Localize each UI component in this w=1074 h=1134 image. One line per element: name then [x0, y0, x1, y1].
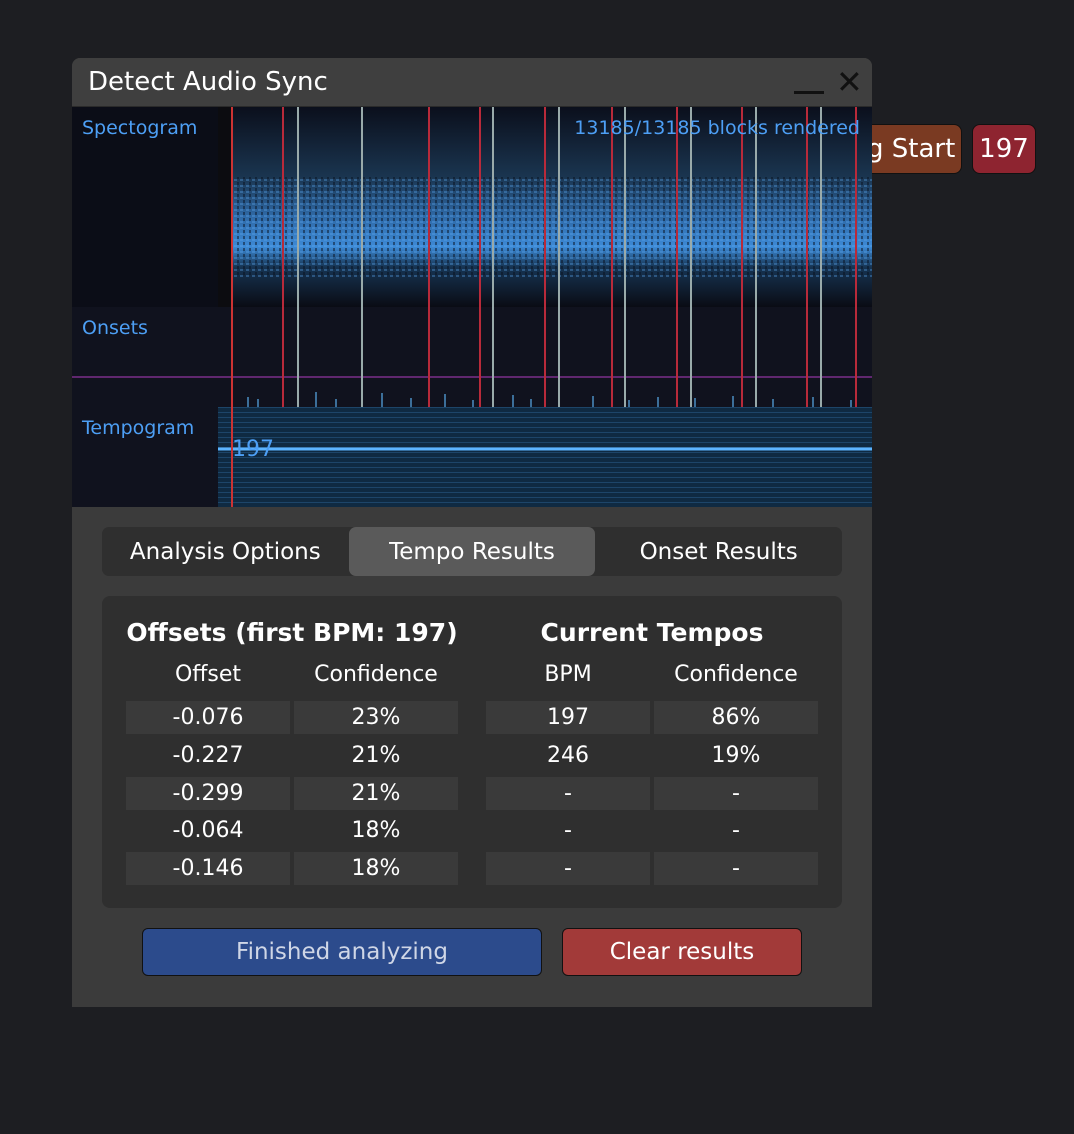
minimize-icon[interactable] [794, 72, 824, 96]
offset-header: Offset [174, 662, 242, 687]
tempo-confidence-cell: - [654, 852, 818, 885]
tempo-results-panel: Offsets (first BPM: 197) Current Tempos … [102, 596, 842, 908]
tempo-confidence-cell: - [732, 818, 740, 843]
onsets-label: Onsets [82, 317, 148, 339]
tempogram-area [218, 407, 872, 507]
offset-cell: -0.146 [126, 852, 290, 885]
visualization-canvas [72, 107, 872, 507]
bpm-chip[interactable]: 197 [972, 124, 1036, 174]
offset-confidence-header: Confidence [314, 662, 438, 687]
spectrogram-texture [232, 177, 872, 277]
clear-results-button[interactable]: Clear results [562, 928, 802, 976]
bpm-chip-label: 197 [979, 134, 1029, 164]
offset-cell: -0.064 [172, 818, 244, 843]
offset-confidence-cell: 21% [351, 743, 401, 768]
current-tempos-title: Current Tempos [540, 618, 764, 647]
tab-analysis-options[interactable]: Analysis Options [102, 527, 349, 576]
detect-audio-sync-window: Detect Audio Sync ✕ Spectogram 13185/131… [72, 58, 872, 1007]
bpm-cell: - [486, 852, 650, 885]
offset-cell: -0.227 [172, 743, 244, 768]
tempogram-bpm-marker: 197 [232, 437, 274, 462]
onsets-area [72, 307, 872, 407]
window-titlebar[interactable]: Detect Audio Sync ✕ [72, 58, 872, 107]
tempo-confidence-cell: - [654, 777, 818, 810]
offset-confidence-cell: 18% [294, 852, 458, 885]
offset-confidence-cell: 21% [294, 777, 458, 810]
tempo-confidence-header: Confidence [674, 662, 798, 687]
bpm-header: BPM [544, 662, 592, 687]
bpm-cell: - [486, 777, 650, 810]
finished-analyzing-button[interactable]: Finished analyzing [142, 928, 542, 976]
bpm-cell: 197 [486, 701, 650, 734]
window-title: Detect Audio Sync [88, 67, 328, 97]
offset-cell: -0.076 [126, 701, 290, 734]
offset-confidence-cell: 18% [351, 818, 401, 843]
tab-tempo-results[interactable]: Tempo Results [348, 527, 596, 576]
offset-confidence-cell: 23% [294, 701, 458, 734]
spectrogram-dark-head [218, 107, 232, 307]
bpm-cell: - [564, 818, 572, 843]
audio-visualization[interactable]: Spectogram 13185/13185 blocks rendered O… [72, 107, 872, 507]
offset-cell: -0.299 [126, 777, 290, 810]
tempogram-label: Tempogram [82, 417, 195, 439]
tab-onset-results[interactable]: Onset Results [595, 527, 842, 576]
offsets-title: Offsets (first BPM: 197) [126, 618, 458, 647]
results-tabs: Analysis Options Tempo Results Onset Res… [102, 527, 842, 576]
render-status: 13185/13185 blocks rendered [574, 117, 860, 139]
tempo-confidence-cell: 86% [654, 701, 818, 734]
spectrogram-label: Spectogram [82, 117, 198, 139]
tempo-confidence-cell: 19% [711, 743, 761, 768]
close-icon[interactable]: ✕ [836, 64, 863, 100]
bpm-cell: 246 [547, 743, 589, 768]
start-chip-label: g Start [867, 134, 956, 164]
